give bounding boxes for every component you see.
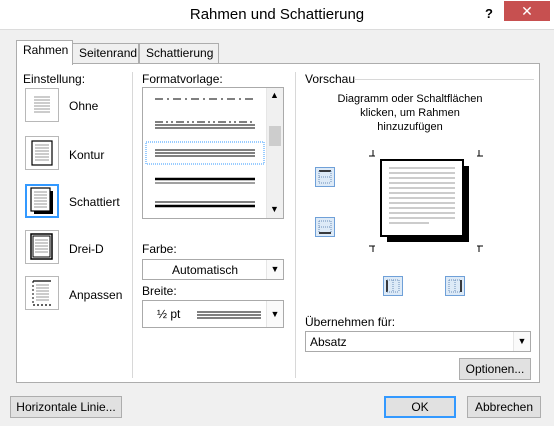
top-border-icon [318, 170, 332, 184]
color-label: Farbe: [142, 242, 177, 256]
width-select[interactable]: ½ pt ▼ [142, 300, 284, 328]
preview-hint: Diagramm oder Schaltflächen klicken, um … [337, 93, 483, 133]
width-line-sample [197, 311, 261, 319]
title-bar: Rahmen und Schattierung ? ✕ [0, 0, 554, 30]
bottom-border-icon [318, 220, 332, 234]
options-button[interactable]: Optionen... [459, 358, 531, 380]
width-label: Breite: [142, 284, 177, 298]
color-value: Automatisch [171, 263, 239, 277]
horizontal-line-button[interactable]: Horizontale Linie... [10, 396, 122, 418]
tab-seitenrand-label: Seitenrand [79, 46, 138, 60]
right-border-button[interactable] [445, 276, 465, 296]
bottom-border-button[interactable] [315, 217, 335, 237]
style-label: Formatvorlage: [142, 72, 223, 86]
scroll-down-icon[interactable]: ▼ [270, 204, 279, 214]
setting-none-icon[interactable] [25, 88, 59, 122]
divider-right [295, 72, 296, 378]
tab-seitenrand[interactable]: Seitenrand [72, 43, 139, 63]
color-select[interactable]: Automatisch ▼ [142, 259, 284, 280]
setting-3d-icon[interactable] [25, 230, 59, 264]
tab-schattierung[interactable]: Schattierung [139, 43, 219, 63]
settings-label: Einstellung: [23, 72, 86, 86]
tab-rahmen[interactable]: Rahmen [16, 40, 73, 65]
style-list-scrollbar[interactable]: ▲ ▼ [266, 88, 283, 218]
help-button[interactable]: ? [478, 4, 500, 24]
chevron-down-icon[interactable]: ▼ [266, 301, 283, 327]
cancel-button[interactable]: Abbrechen [467, 396, 541, 418]
close-button[interactable]: ✕ [504, 1, 550, 21]
setting-shadow-icon[interactable] [25, 184, 59, 218]
preview-diagram[interactable] [369, 150, 485, 254]
apply-to-select[interactable]: Absatz ▼ [305, 331, 531, 352]
setting-custom-icon[interactable] [25, 276, 59, 310]
scroll-thumb[interactable] [269, 126, 281, 146]
tab-rahmen-label: Rahmen [23, 43, 69, 57]
apply-to-value: Absatz [310, 335, 347, 349]
left-border-icon [386, 279, 400, 293]
chevron-down-icon[interactable]: ▼ [513, 332, 530, 351]
tab-schattierung-label: Schattierung [146, 46, 214, 60]
preview-rule [354, 79, 534, 80]
apply-to-label: Übernehmen für: [305, 315, 396, 329]
window-title: Rahmen und Schattierung [189, 6, 365, 23]
setting-custom-label[interactable]: Anpassen [69, 288, 122, 302]
left-border-button[interactable] [383, 276, 403, 296]
divider-left [132, 72, 133, 378]
tab-panel: Einstellung: Ohne Kontur Schattiert Drei… [16, 63, 540, 383]
setting-none-label[interactable]: Ohne [69, 99, 98, 113]
chevron-down-icon[interactable]: ▼ [266, 260, 283, 279]
scroll-up-icon[interactable]: ▲ [270, 90, 279, 100]
setting-box-label[interactable]: Kontur [69, 148, 104, 162]
setting-3d-label[interactable]: Drei-D [69, 242, 104, 256]
right-border-icon [448, 279, 462, 293]
ok-button[interactable]: OK [384, 396, 456, 418]
top-border-button[interactable] [315, 167, 335, 187]
width-value: ½ pt [157, 307, 181, 321]
setting-shadow-label[interactable]: Schattiert [69, 195, 120, 209]
line-style-list[interactable]: ▲ ▼ [142, 87, 284, 219]
setting-box-icon[interactable] [25, 136, 59, 170]
preview-label: Vorschau [305, 72, 356, 86]
